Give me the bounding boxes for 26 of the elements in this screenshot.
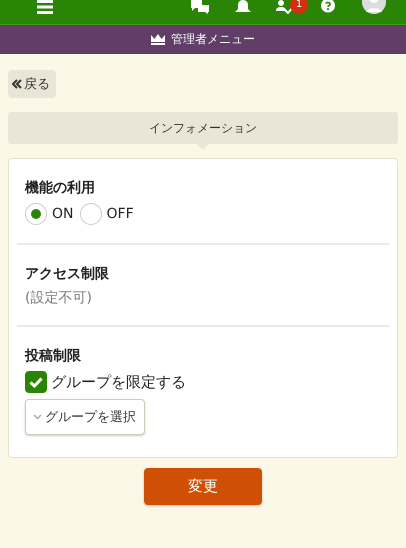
help-icon[interactable] [318, 0, 338, 14]
notification-badge: 1 [290, 0, 308, 14]
radio-option[interactable]: ON [25, 203, 74, 225]
double-chevron-icon [12, 79, 22, 89]
section-title: 投稿制限 [25, 347, 82, 365]
submit-button[interactable]: 変更 [144, 468, 262, 505]
back-button[interactable]: 戻る [8, 70, 56, 98]
setting-note: (設定不可) [25, 289, 93, 307]
crown-icon [151, 34, 165, 45]
chat-icon[interactable] [190, 0, 210, 14]
checkbox[interactable] [25, 371, 47, 393]
menu-icon[interactable] [37, 0, 53, 14]
radio-option[interactable]: OFF [80, 203, 134, 225]
chevron-down-icon [33, 414, 42, 420]
bell-icon[interactable] [234, 0, 252, 14]
user-check-icon[interactable] [276, 0, 294, 14]
checkbox-option[interactable]: グループを限定する [25, 371, 381, 393]
checkmark-icon [29, 376, 43, 388]
section-title: 機能の利用 [25, 179, 96, 197]
radio-button[interactable] [25, 203, 47, 225]
section-header-label: インフォメーション [149, 120, 257, 136]
admin-menu-title: 管理者メニュー [171, 31, 255, 48]
group-select-button[interactable]: グループを選択 [25, 399, 145, 435]
avatar-icon[interactable] [362, 0, 386, 14]
radio-button[interactable] [80, 203, 102, 225]
section-title: アクセス制限 [25, 265, 110, 283]
